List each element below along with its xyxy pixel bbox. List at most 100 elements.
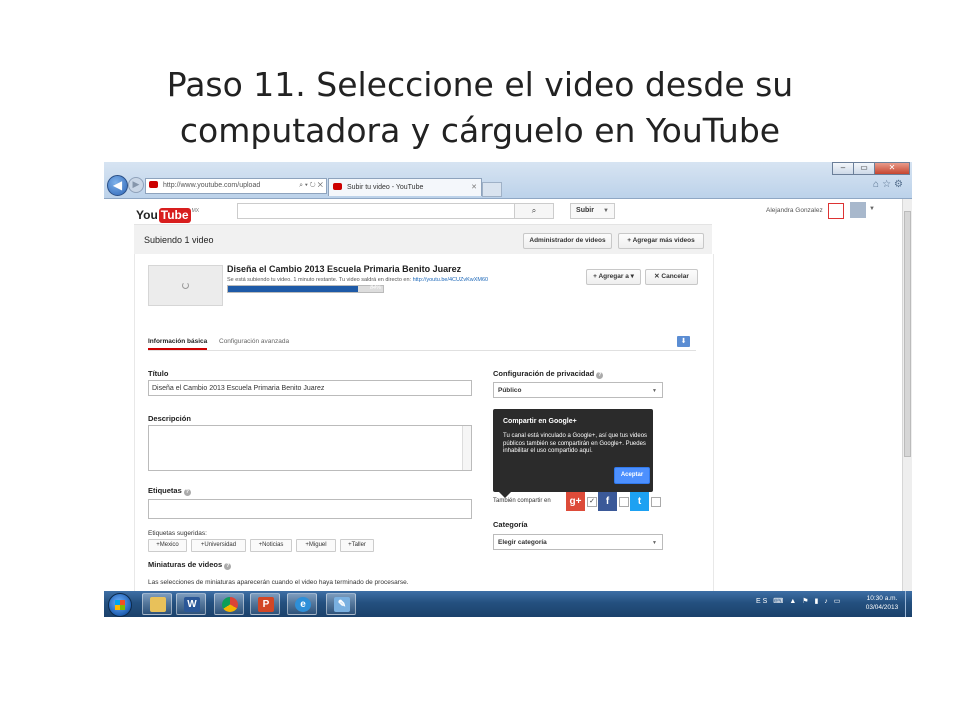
minimize-button[interactable]: –	[832, 162, 854, 175]
google-plus-checkbox[interactable]: ✓	[587, 497, 597, 507]
progress-percent: 84%	[369, 285, 381, 291]
video-url-link[interactable]: http://youtu.be/4CUZvKwXM60	[413, 277, 489, 283]
suggested-tag-universidad[interactable]: +Universidad	[191, 539, 246, 552]
maximize-button[interactable]: ▭	[853, 162, 875, 175]
flag-icon[interactable]: ⚑	[802, 598, 810, 605]
tab-advanced-settings[interactable]: Configuración avanzada	[219, 338, 289, 345]
privacy-selected: Público	[498, 387, 522, 394]
help-icon[interactable]: ?	[183, 489, 191, 496]
taskbar: W P e ✎ ES ⌨ ▲ ⚑ ▮ ♪ ▭ 10:30 a.m. 03/04/…	[104, 591, 912, 617]
taskbar-file-explorer[interactable]	[142, 593, 172, 615]
powerpoint-icon: P	[258, 597, 274, 612]
add-more-videos-button[interactable]: + Agregar más videos	[618, 233, 704, 249]
twitter-icon[interactable]: t	[630, 492, 649, 511]
scrollbar-thumb[interactable]	[904, 211, 911, 457]
system-clock[interactable]: 10:30 a.m. 03/04/2013	[860, 594, 904, 612]
title-field[interactable]: Diseña el Cambio 2013 Escuela Primaria B…	[148, 380, 472, 396]
description-field[interactable]	[148, 425, 472, 471]
logo-you: You	[136, 208, 158, 222]
slide-title: Paso 11. Seleccione el video desde su co…	[0, 62, 960, 154]
loading-spinner-icon	[182, 282, 189, 289]
upload-card: Diseña el Cambio 2013 Escuela Primaria B…	[134, 254, 714, 591]
help-icon[interactable]: ?	[224, 563, 232, 570]
volume-icon[interactable]: ♪	[824, 598, 830, 605]
help-icon[interactable]: ?	[596, 372, 604, 379]
progress-fill	[228, 286, 359, 292]
settings-tabs: Información básica Configuración avanzad…	[148, 338, 696, 351]
gear-icon[interactable]: ⚙	[894, 179, 906, 190]
popup-title: Compartir en Google+	[503, 418, 577, 425]
suggested-tag-taller[interactable]: +Taller	[340, 539, 374, 552]
accept-button[interactable]: Aceptar	[614, 467, 650, 484]
upload-header: Subiendo 1 video Administrador de videos…	[134, 224, 712, 255]
category-select[interactable]: Elegir categoría ▼	[493, 534, 663, 550]
tags-field[interactable]	[148, 499, 472, 519]
star-icon[interactable]: ☆	[882, 179, 894, 190]
tab-title: Subir tu video - YouTube	[346, 184, 424, 191]
taskbar-paint[interactable]: ✎	[326, 593, 356, 615]
google-plus-share-popup: Compartir en Google+ Tu canal está vincu…	[493, 409, 653, 498]
suggested-tag-mexico[interactable]: +Mexico	[148, 539, 187, 552]
thumbnails-label-row: Miniaturas de videos ?	[148, 560, 232, 570]
download-icon[interactable]: ⬇	[677, 336, 690, 347]
description-label: Descripción	[148, 414, 191, 423]
address-bar[interactable]: http://www.youtube.com/upload ⌕ ▾ ↻ ✕	[145, 178, 327, 194]
back-button[interactable]: ◀	[107, 175, 128, 196]
page-scrollbar[interactable]	[902, 199, 912, 591]
forward-button[interactable]: ▶	[128, 177, 144, 193]
description-scrollbar[interactable]	[462, 426, 471, 470]
address-controls[interactable]: ⌕ ▾ ↻ ✕	[299, 179, 323, 193]
windows-logo-icon	[115, 600, 125, 610]
paint-icon: ✎	[334, 597, 350, 612]
network-icon[interactable]: ▮	[814, 598, 820, 605]
start-button[interactable]	[108, 593, 132, 617]
show-desktop-button[interactable]	[905, 591, 912, 617]
twitter-checkbox[interactable]	[651, 497, 661, 507]
home-icon[interactable]: ⌂	[873, 179, 882, 190]
system-tray: ES ⌨ ▲ ⚑ ▮ ♪ ▭	[756, 597, 842, 605]
youtube-logo[interactable]: You Tube MX	[136, 204, 199, 223]
upload-status: Se está subiendo tu video. 1 minuto rest…	[227, 277, 488, 283]
google-plus-icon[interactable]: g+	[566, 492, 585, 511]
search-button[interactable]: ⌕	[514, 203, 554, 219]
video-manager-button[interactable]: Administrador de videos	[523, 233, 612, 249]
suggested-tag-miguel[interactable]: +Miguel	[296, 539, 336, 552]
tags-label: Etiquetas	[148, 486, 182, 495]
taskbar-powerpoint[interactable]: P	[250, 593, 280, 615]
privacy-label-row: Configuración de privacidad ?	[493, 369, 604, 379]
tab-close-icon[interactable]: ✕	[471, 179, 477, 196]
notification-box[interactable]	[828, 203, 844, 219]
taskbar-chrome[interactable]	[214, 593, 244, 615]
battery-icon[interactable]: ▭	[834, 598, 843, 605]
user-name[interactable]: Alejandra Gonzalez	[766, 207, 823, 214]
privacy-label: Configuración de privacidad	[493, 369, 595, 378]
upload-status-text: Se está subiendo tu video. 1 minuto rest…	[227, 277, 413, 283]
cancel-button[interactable]: ✕ Cancelar	[645, 269, 698, 285]
word-icon: W	[184, 597, 200, 612]
facebook-icon[interactable]: f	[598, 492, 617, 511]
tab-basic-info[interactable]: Información básica	[148, 338, 208, 350]
upload-dropdown-caret-icon[interactable]: ▼	[598, 203, 615, 219]
account-caret-icon[interactable]: ▼	[869, 206, 875, 212]
privacy-select[interactable]: Público ▼	[493, 382, 663, 398]
taskbar-internet-explorer[interactable]: e	[287, 593, 317, 615]
taskbar-word[interactable]: W	[176, 593, 206, 615]
logo-tube: Tube	[158, 208, 191, 223]
new-tab-button[interactable]	[482, 182, 502, 197]
add-to-button[interactable]: + Agregar a ▾	[586, 269, 641, 285]
address-url: http://www.youtube.com/upload	[162, 182, 261, 189]
show-hidden-icon[interactable]: ▲	[789, 598, 798, 605]
chrome-icon	[222, 597, 238, 612]
avatar[interactable]	[850, 202, 866, 218]
chevron-down-icon: ▼	[652, 540, 657, 546]
language-indicator[interactable]: ES	[756, 598, 769, 605]
window-controls: – ▭ ✕	[832, 162, 910, 175]
search-input[interactable]	[237, 203, 516, 219]
thumbnails-note: Las selecciones de miniaturas aparecerán…	[148, 579, 409, 586]
facebook-checkbox[interactable]	[619, 497, 629, 507]
suggested-tag-noticias[interactable]: +Noticias	[250, 539, 292, 552]
upload-button[interactable]: Subir	[570, 203, 600, 219]
keyboard-icon[interactable]: ⌨	[773, 598, 785, 605]
close-window-button[interactable]: ✕	[874, 162, 910, 175]
browser-tab[interactable]: Subir tu video - YouTube ✕	[328, 178, 482, 196]
